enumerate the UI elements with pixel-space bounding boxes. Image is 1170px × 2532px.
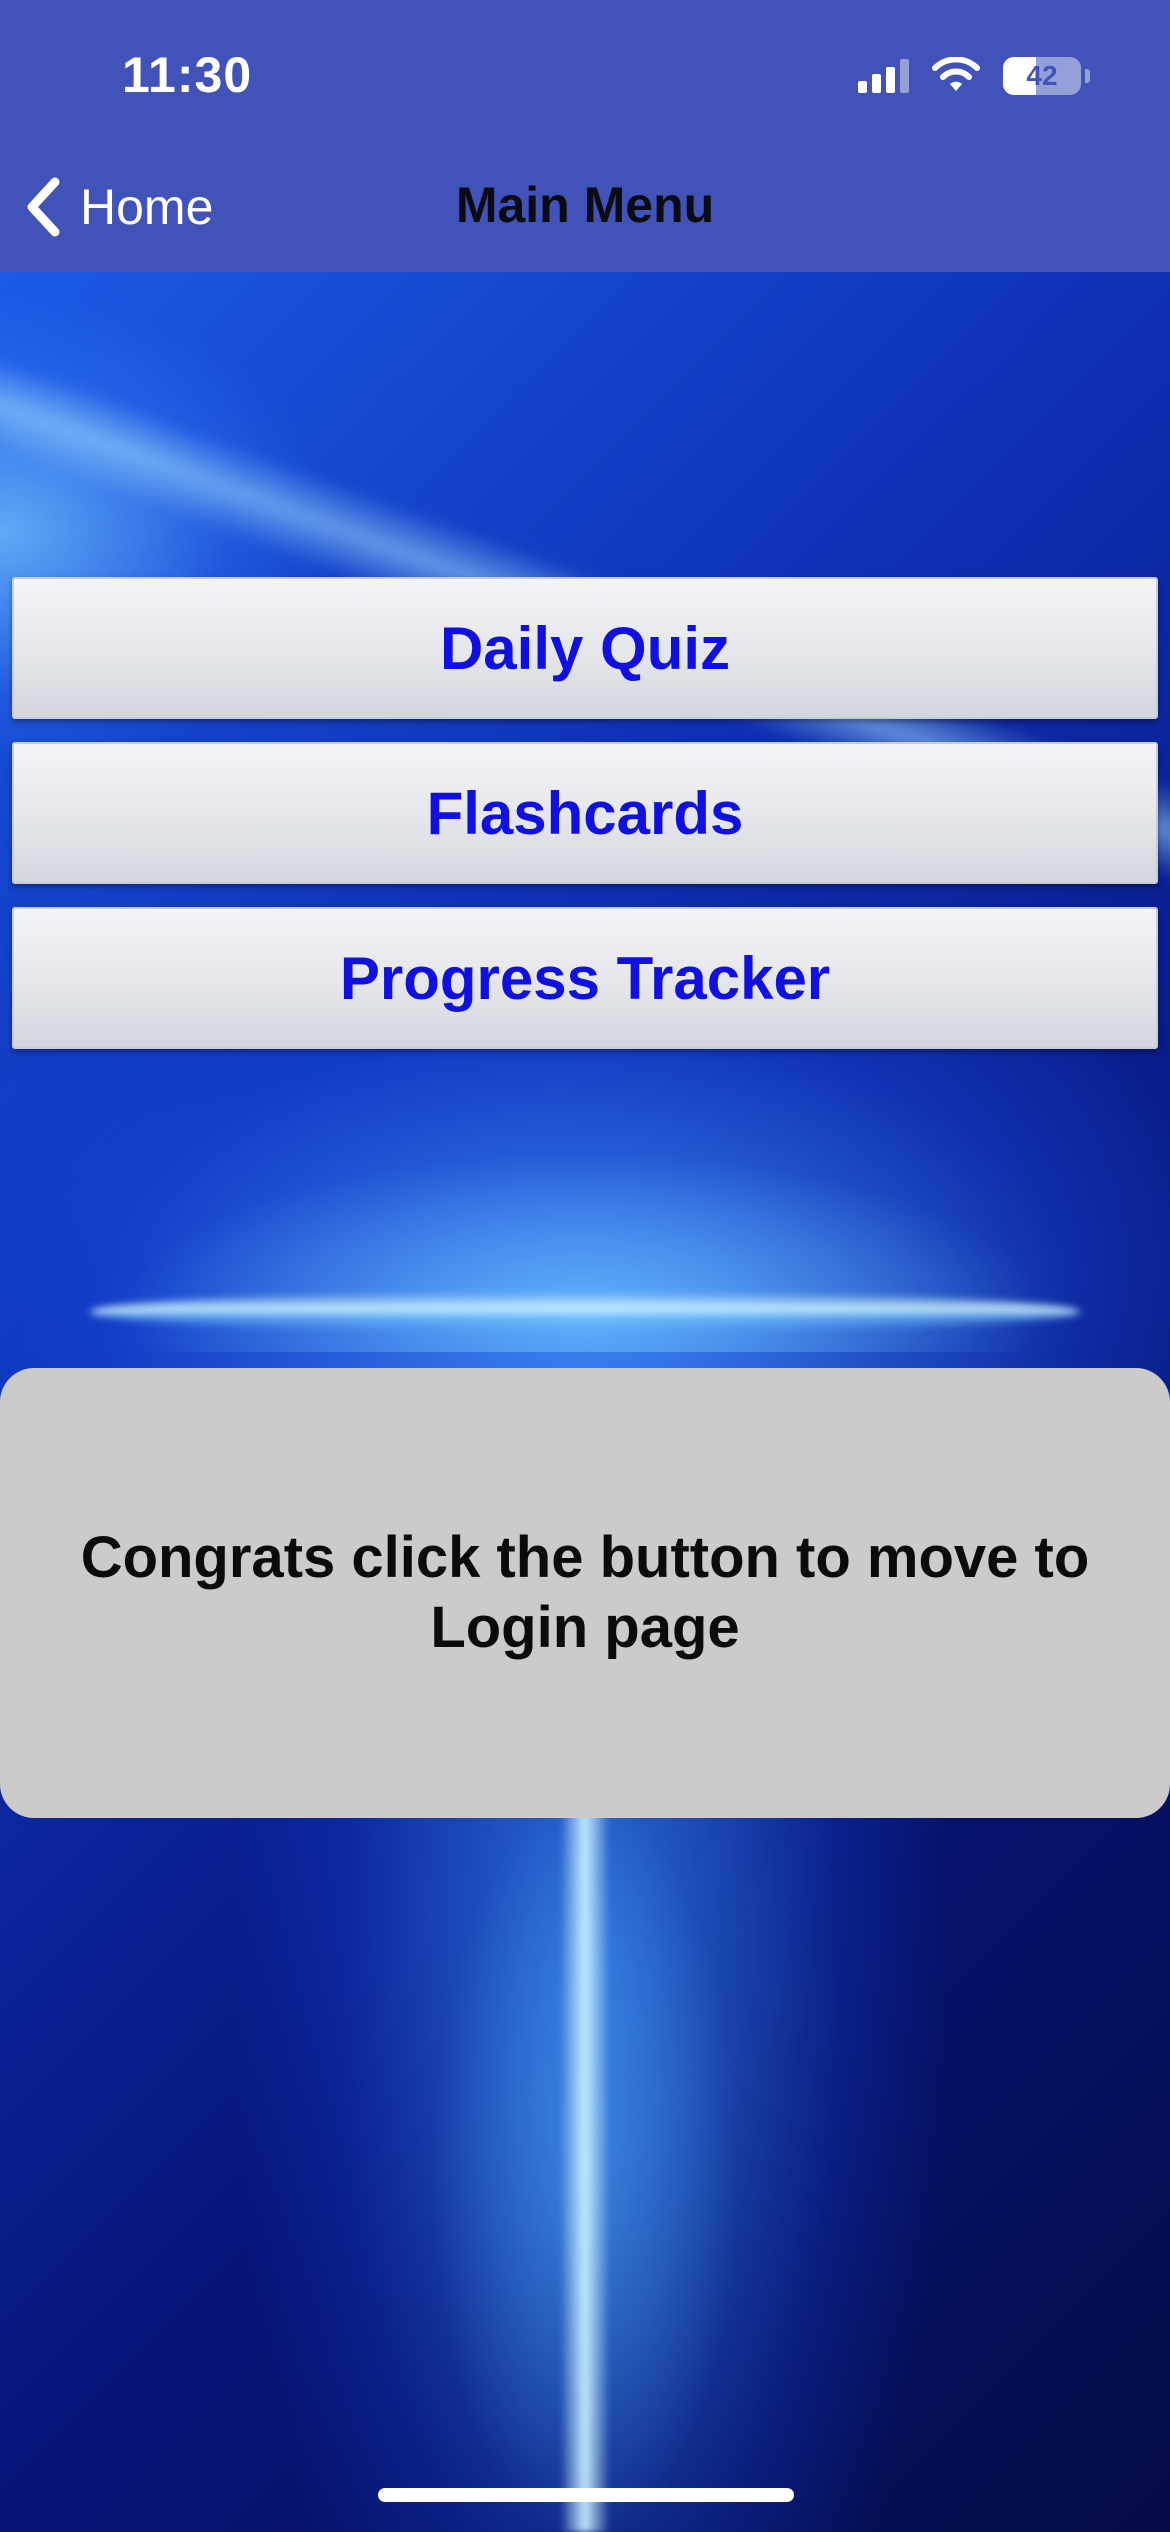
light-beam-vertical	[560, 1792, 610, 2532]
battery-percent: 42	[1026, 60, 1058, 91]
page-title: Main Menu	[455, 177, 715, 233]
flashcards-button[interactable]: Flashcards	[12, 742, 1158, 884]
status-icons: 42	[858, 54, 1090, 98]
wifi-icon	[932, 57, 980, 91]
cellular-signal-icon	[858, 59, 909, 93]
light-beam-horizontal	[90, 1292, 1080, 1332]
message-card: Congrats click the button to move to Log…	[0, 1368, 1170, 1818]
status-time: 11:30	[122, 47, 253, 103]
progress-tracker-button[interactable]: Progress Tracker	[12, 907, 1158, 1049]
header-bar: 11:30 42 Home Main Menu	[0, 0, 1170, 272]
home-indicator[interactable]	[378, 2488, 794, 2502]
battery-icon: 42	[1003, 57, 1081, 95]
battery-cap	[1085, 69, 1090, 83]
daily-quiz-button[interactable]: Daily Quiz	[12, 577, 1158, 719]
message-text: Congrats click the button to move to Log…	[80, 1525, 1090, 1660]
